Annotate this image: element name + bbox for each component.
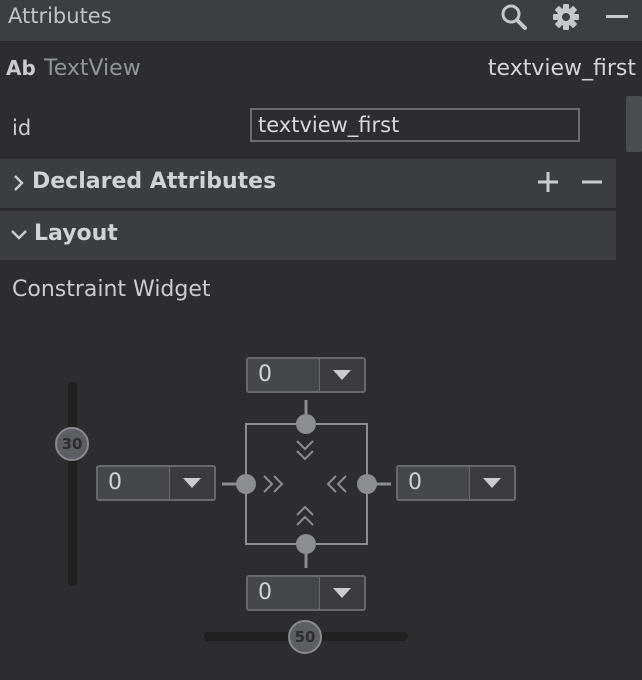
- chevrons-right-icon: [263, 475, 284, 493]
- horizontal-bias-knob[interactable]: 50: [288, 620, 322, 654]
- vertical-bias-knob[interactable]: 30: [55, 427, 89, 461]
- chevrons-up-icon: [296, 505, 314, 526]
- margin-top-dropdown[interactable]: 0: [246, 357, 366, 393]
- widget-bounds: [245, 423, 368, 545]
- top-anchor: [296, 414, 316, 434]
- right-anchor: [357, 474, 377, 494]
- dropdown-arrow-icon[interactable]: [320, 359, 364, 391]
- chevrons-down-icon: [296, 440, 314, 461]
- left-anchor: [236, 474, 256, 494]
- dropdown-arrow-icon[interactable]: [470, 467, 514, 499]
- margin-top-value: 0: [248, 359, 320, 391]
- dropdown-arrow-icon[interactable]: [320, 577, 364, 609]
- margin-right-value: 0: [398, 467, 470, 499]
- vertical-bias-slider[interactable]: [68, 382, 77, 586]
- margin-bottom-dropdown[interactable]: 0: [246, 575, 366, 611]
- margin-bottom-value: 0: [248, 577, 320, 609]
- dropdown-arrow-icon[interactable]: [170, 467, 214, 499]
- margin-left-value: 0: [98, 467, 170, 499]
- margin-left-dropdown[interactable]: 0: [96, 465, 216, 501]
- bottom-anchor: [296, 534, 316, 554]
- margin-right-dropdown[interactable]: 0: [396, 465, 516, 501]
- chevrons-left-icon: [326, 475, 347, 493]
